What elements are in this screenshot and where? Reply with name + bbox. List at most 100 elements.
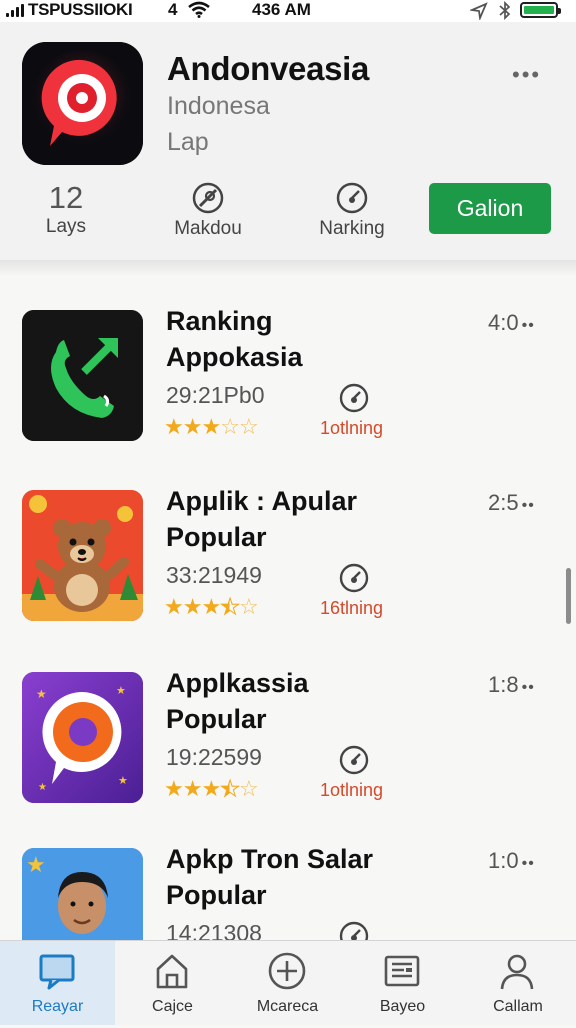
item-title: Apμlik : Apular bbox=[166, 486, 358, 516]
item-time-value: 4:0 bbox=[488, 310, 519, 335]
star-full-icon: ★ bbox=[182, 776, 203, 801]
status-bar: TSPUSSIIOKI 4 436 AM bbox=[0, 0, 576, 22]
item-count: 19:22599 bbox=[166, 744, 262, 770]
phone-arrow-icon bbox=[22, 310, 143, 441]
item-title: Ranking bbox=[166, 306, 273, 336]
star-full-icon: ★ bbox=[201, 594, 221, 619]
star-full-icon: ★ bbox=[164, 594, 184, 619]
item-rank: 16tlning bbox=[320, 598, 384, 618]
app-header: Andonveasia Indonesa Lap ••• 12 Lays Mak… bbox=[0, 22, 576, 261]
location-chat-icon: ★ ★ ★ ★ bbox=[22, 672, 143, 803]
tab-label: Reayar bbox=[31, 998, 84, 1015]
list-item[interactable]: Ranking Appokasia 29:21Pb0 ★★★☆☆ 1otlnin… bbox=[0, 306, 576, 490]
scrollbar[interactable] bbox=[566, 568, 571, 624]
tab-bayeo[interactable]: Bayeo bbox=[345, 941, 460, 1025]
star-full-icon: ★ bbox=[201, 776, 221, 801]
item-subtitle: Popular bbox=[166, 704, 267, 734]
stat-label: Lays bbox=[45, 216, 87, 237]
tab-mcareca[interactable]: Mcareca bbox=[230, 941, 345, 1025]
star-empty-icon: ☆ bbox=[238, 594, 259, 619]
item-time-value: 2:5 bbox=[488, 490, 519, 515]
item-subtitle: Popular bbox=[166, 880, 267, 910]
tab-label: Callam bbox=[493, 998, 543, 1015]
gauge-icon bbox=[336, 182, 368, 214]
bear-icon bbox=[22, 490, 143, 621]
list-item[interactable]: Apμlik : Apular Popular 33:21949 ★★★★☆ 1… bbox=[0, 486, 576, 670]
plus-circle-icon bbox=[268, 952, 306, 990]
rating-stars: ★★★★☆ bbox=[164, 594, 259, 620]
compass-icon bbox=[192, 182, 224, 214]
header-divider bbox=[0, 260, 576, 276]
app-developer: Indonesa bbox=[167, 92, 270, 120]
status-time: 436 AM bbox=[252, 0, 311, 19]
item-subtitle: Popular bbox=[166, 522, 267, 552]
stat-value: 12 bbox=[48, 180, 84, 215]
network-type: 4 bbox=[168, 0, 178, 19]
item-time: 1:8 •• bbox=[488, 672, 535, 698]
star-full-icon: ★ bbox=[201, 414, 221, 439]
rating-stars: ★★★☆☆ bbox=[164, 414, 259, 440]
news-icon bbox=[384, 955, 420, 987]
tab-cajce[interactable]: Cajce bbox=[115, 941, 230, 1025]
item-count: 29:21Pb0 bbox=[166, 382, 265, 408]
svg-text:★: ★ bbox=[26, 852, 46, 877]
tab-label: Bayeo bbox=[379, 998, 426, 1015]
item-rank: 1otlning bbox=[320, 418, 384, 438]
tab-label: Cajce bbox=[152, 998, 193, 1015]
stat-label: Narking bbox=[319, 218, 385, 239]
tab-reayar[interactable]: Reayar bbox=[0, 941, 115, 1025]
item-time: 4:0 •• bbox=[488, 310, 535, 336]
svg-text:★: ★ bbox=[38, 782, 47, 793]
carrier-name: TSPUSSIIOKI bbox=[28, 0, 133, 19]
item-time-value: 1:0 bbox=[488, 848, 519, 873]
home-icon bbox=[156, 954, 188, 989]
rating-stars: ★★★★☆ bbox=[164, 776, 259, 802]
item-subtitle: Appokasia bbox=[166, 342, 303, 372]
get-button[interactable]: Galion bbox=[429, 183, 551, 234]
svg-text:★: ★ bbox=[36, 687, 47, 701]
more-options-icon[interactable]: •• bbox=[522, 679, 535, 696]
item-time: 2:5 •• bbox=[488, 490, 535, 516]
tab-callam[interactable]: Callam bbox=[460, 941, 576, 1025]
gauge-icon bbox=[339, 563, 369, 593]
item-time-value: 1:8 bbox=[488, 672, 519, 697]
chat-icon bbox=[39, 954, 75, 990]
app-title: Andonveasia bbox=[167, 50, 370, 87]
bluetooth-icon bbox=[499, 1, 511, 20]
red-ring-chat-icon[interactable] bbox=[22, 42, 143, 165]
stat-lays: 12 Lays bbox=[38, 180, 94, 238]
star-empty-icon: ☆ bbox=[220, 414, 240, 439]
gauge-icon bbox=[339, 383, 369, 413]
item-count: 33:21949 bbox=[166, 562, 262, 588]
profile-icon bbox=[500, 954, 534, 990]
star-full-icon: ★ bbox=[182, 414, 203, 439]
item-title: Applkassia bbox=[166, 668, 309, 698]
more-options-icon[interactable]: •• bbox=[522, 497, 535, 514]
stat-narking[interactable]: Narking bbox=[314, 180, 390, 240]
app-category: Lap bbox=[167, 128, 209, 156]
tab-bar: Reayar Cajce Mcareca Bayeo Callam bbox=[0, 940, 576, 1025]
item-title: Apkp Tron Salar bbox=[166, 844, 374, 874]
star-empty-icon: ☆ bbox=[238, 776, 259, 801]
item-time: 1:0 •• bbox=[488, 848, 535, 874]
svg-text:★: ★ bbox=[118, 775, 128, 787]
star-full-icon: ★ bbox=[182, 594, 203, 619]
stat-label: Makdou bbox=[174, 218, 242, 239]
gauge-icon bbox=[339, 745, 369, 775]
svg-text:★: ★ bbox=[116, 685, 126, 697]
wifi-icon bbox=[188, 1, 210, 18]
star-half-icon: ★ bbox=[220, 594, 241, 620]
list-item[interactable]: ★ ★ ★ ★ Applkassia Popular 19:22599 ★★★★… bbox=[0, 668, 576, 852]
star-full-icon: ★ bbox=[164, 414, 184, 439]
location-arrow-icon bbox=[470, 2, 488, 20]
star-full-icon: ★ bbox=[164, 776, 184, 801]
signal-icon bbox=[6, 4, 24, 17]
star-empty-icon: ☆ bbox=[238, 414, 259, 439]
star-half-icon: ★ bbox=[220, 776, 241, 802]
more-options-icon[interactable]: •• bbox=[522, 317, 535, 334]
stat-makdou[interactable]: Makdou bbox=[172, 180, 244, 240]
tab-label: Mcareca bbox=[256, 998, 319, 1015]
more-options-icon[interactable]: •• bbox=[522, 855, 535, 872]
more-options-icon[interactable]: ••• bbox=[512, 62, 541, 88]
battery-icon bbox=[520, 2, 561, 18]
